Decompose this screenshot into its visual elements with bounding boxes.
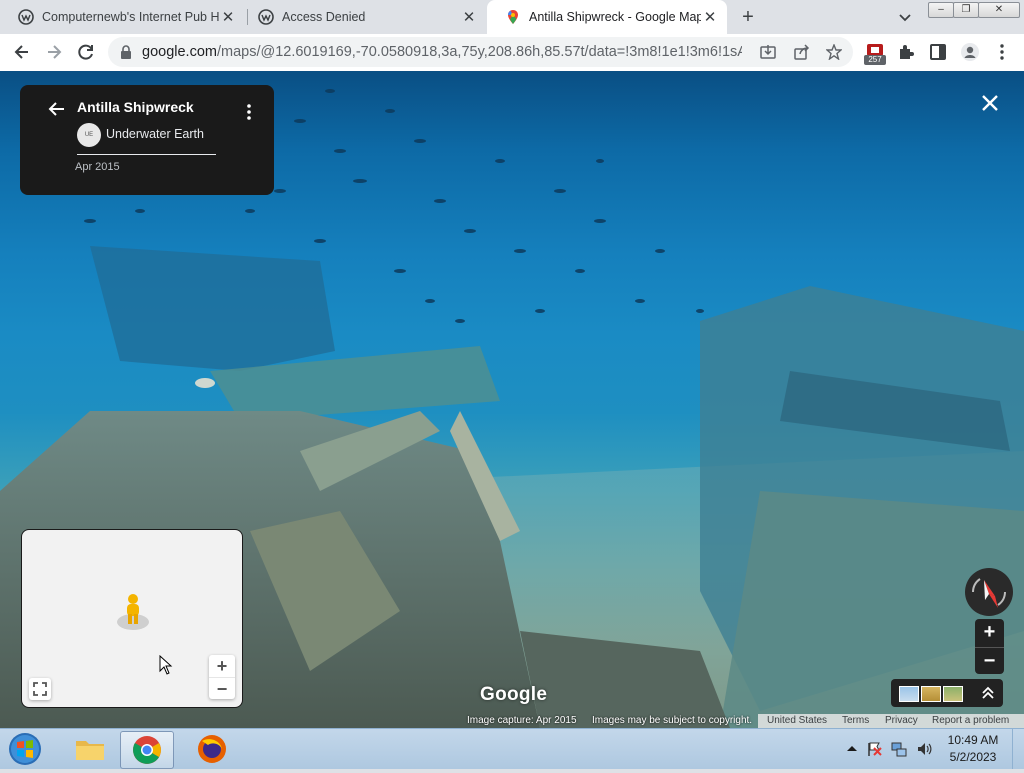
privacy-link[interactable]: Privacy xyxy=(885,715,918,726)
tab-google-maps[interactable]: Antilla Shipwreck - Google Maps ✕ xyxy=(487,0,727,34)
url-path: /maps/@12.6019169,-70.0580918,3a,75y,208… xyxy=(216,44,742,60)
address-bar[interactable]: google.com/maps/@12.6019169,-70.0580918,… xyxy=(108,37,853,67)
compass-control[interactable] xyxy=(965,568,1013,616)
minimap-zoom-out-button[interactable]: − xyxy=(209,677,235,700)
extension-badge-count: 257 xyxy=(864,55,886,65)
minimap-zoom-control: + − xyxy=(209,655,235,699)
chevron-up-icon[interactable] xyxy=(981,685,995,701)
share-icon[interactable] xyxy=(794,44,810,60)
copyright-notice: Images may be subject to copyright. xyxy=(592,715,753,726)
imagery-thumbnails[interactable] xyxy=(891,679,1003,707)
bookmark-star-icon[interactable] xyxy=(826,44,842,60)
windows-taskbar: 10:49 AM 5/2/2023 xyxy=(0,728,1024,769)
expand-map-icon[interactable] xyxy=(29,678,51,700)
close-tab-icon[interactable]: ✕ xyxy=(460,8,478,26)
show-desktop-button[interactable] xyxy=(1012,729,1024,769)
vm-icon xyxy=(258,9,274,25)
author-avatar[interactable]: UE xyxy=(77,123,101,147)
tab-access-denied[interactable]: Access Denied ✕ xyxy=(240,0,486,34)
side-panel-icon[interactable] xyxy=(928,42,948,62)
tab-search-icon[interactable] xyxy=(896,8,914,26)
street-view-panorama[interactable]: Antilla Shipwreck UE Underwater Earth Ap… xyxy=(0,71,1024,728)
install-app-icon[interactable] xyxy=(760,44,776,60)
tab-strip: Computernewb's Internet Pub Hu ✕ Access … xyxy=(0,0,1024,34)
mini-map[interactable]: + − xyxy=(21,529,243,708)
url-text[interactable]: google.com/maps/@12.6019169,-70.0580918,… xyxy=(142,44,742,60)
show-hidden-icons-icon[interactable] xyxy=(844,741,860,757)
taskbar-windows-explorer[interactable] xyxy=(64,731,116,767)
url-host: google.com xyxy=(142,44,217,60)
profile-avatar-icon[interactable] xyxy=(960,42,980,62)
pegman-icon[interactable] xyxy=(116,592,150,632)
tab-title: Antilla Shipwreck - Google Maps xyxy=(529,10,701,24)
maximize-button[interactable]: ❐ xyxy=(953,2,979,18)
more-menu-icon[interactable] xyxy=(992,42,1012,62)
imagery-thumb-2[interactable] xyxy=(921,686,941,702)
author-divider xyxy=(77,154,216,155)
country-link[interactable]: United States xyxy=(767,715,827,726)
firefox-icon xyxy=(198,735,226,763)
network-icon[interactable] xyxy=(891,741,907,757)
minimap-zoom-in-button[interactable]: + xyxy=(209,655,235,677)
action-center-flag-icon[interactable] xyxy=(866,741,882,757)
vm-icon xyxy=(18,9,34,25)
maps-pin-icon xyxy=(508,10,518,24)
new-tab-button[interactable]: + xyxy=(737,6,759,28)
zoom-control: + − xyxy=(975,619,1004,674)
back-arrow-icon[interactable] xyxy=(12,42,32,62)
tab-title: Access Denied xyxy=(282,10,366,24)
close-tab-icon[interactable]: ✕ xyxy=(701,8,719,26)
taskbar-google-chrome[interactable] xyxy=(120,731,174,769)
close-window-button[interactable]: ✕ xyxy=(978,2,1020,18)
terms-link[interactable]: Terms xyxy=(842,715,869,726)
report-problem-link[interactable]: Report a problem xyxy=(932,715,1009,726)
compass-icon xyxy=(972,578,1006,608)
start-button-icon[interactable] xyxy=(6,731,44,767)
capture-date[interactable]: Apr 2015 xyxy=(75,161,120,173)
tab-title: Computernewb's Internet Pub Hu xyxy=(42,10,219,24)
image-capture-date: Image capture: Apr 2015 xyxy=(467,715,577,726)
more-options-icon[interactable] xyxy=(244,103,254,121)
clock-time[interactable]: 10:49 AM xyxy=(942,733,1004,747)
zoom-out-button[interactable]: − xyxy=(975,647,1004,675)
clock-date[interactable]: 5/2/2023 xyxy=(942,750,1004,764)
lock-icon[interactable] xyxy=(120,45,132,59)
google-logo: Google xyxy=(480,684,548,705)
chrome-icon xyxy=(133,736,161,764)
folder-icon xyxy=(76,741,104,760)
reload-icon[interactable] xyxy=(76,42,96,62)
browser-toolbar: google.com/maps/@12.6019169,-70.0580918,… xyxy=(0,34,1024,72)
volume-icon[interactable] xyxy=(916,741,932,757)
map-footer: Image capture: Apr 2015 Images may be su… xyxy=(0,714,1024,728)
place-name: Antilla Shipwreck xyxy=(77,99,194,115)
zoom-in-button[interactable]: + xyxy=(975,619,1004,646)
mouse-cursor-icon xyxy=(159,655,173,675)
minimize-button[interactable]: – xyxy=(928,2,954,18)
extensions-puzzle-icon[interactable] xyxy=(896,42,916,62)
imagery-thumb-3[interactable] xyxy=(943,686,963,702)
tab-computernewb[interactable]: Computernewb's Internet Pub Hu ✕ xyxy=(0,0,245,34)
author-name[interactable]: Underwater Earth xyxy=(106,127,204,141)
forward-arrow-icon[interactable] xyxy=(44,42,64,62)
back-arrow-icon[interactable] xyxy=(47,99,67,119)
close-icon[interactable] xyxy=(978,91,1002,115)
close-tab-icon[interactable]: ✕ xyxy=(219,8,237,26)
taskbar-firefox[interactable] xyxy=(186,731,238,767)
location-info-card: Antilla Shipwreck UE Underwater Earth Ap… xyxy=(20,85,274,195)
imagery-thumb-1[interactable] xyxy=(899,686,919,702)
extension-badge[interactable]: 257 xyxy=(864,42,886,65)
